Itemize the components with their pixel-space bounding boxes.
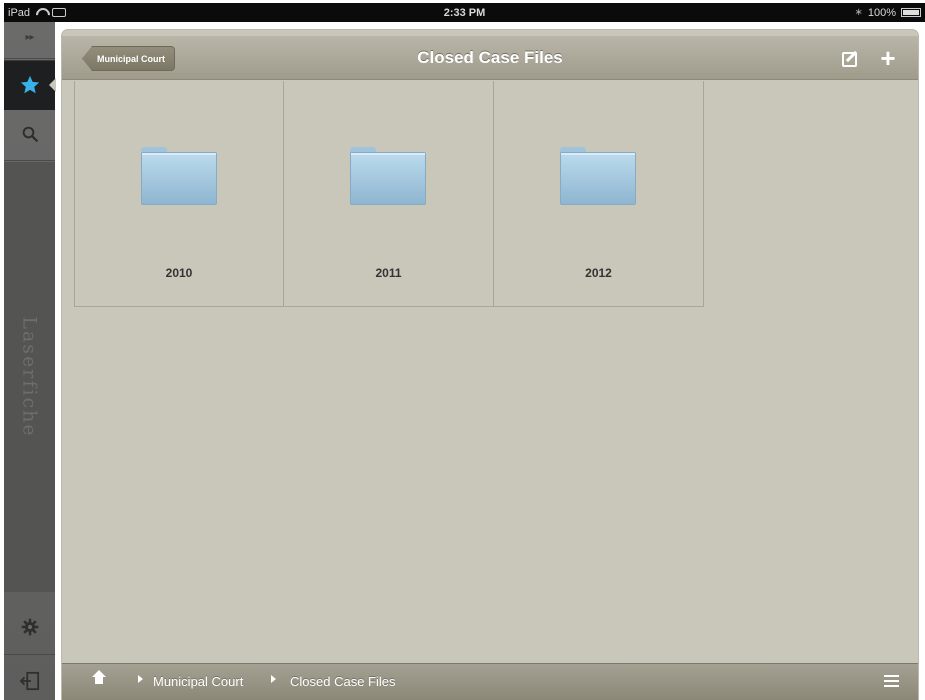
sync-icon <box>52 8 67 17</box>
folder-label: 2010 <box>165 266 193 280</box>
breadcrumb: Municipal Court Closed Case Files <box>62 663 918 700</box>
ipad-screen: iPad 2:33 PM ∗ 100% ▸▸ Laserfiche Munici… <box>0 0 925 700</box>
gear-icon <box>21 618 38 636</box>
bluetooth-icon: ∗ <box>854 7 863 18</box>
sidebar-divider <box>4 58 55 59</box>
folder-icon <box>350 147 426 205</box>
search-button[interactable] <box>4 114 55 154</box>
battery-percent: 100% <box>867 6 896 19</box>
folder-icon <box>141 147 217 205</box>
favorites-button[interactable] <box>4 60 56 110</box>
sidebar-divider <box>4 160 55 161</box>
folder-tile[interactable]: 2010 <box>74 81 284 307</box>
breadcrumb-item[interactable]: Municipal Court <box>153 674 243 689</box>
brand-panel: Laserfiche <box>4 162 55 592</box>
star-icon <box>20 75 39 94</box>
settings-button[interactable] <box>4 607 55 647</box>
home-icon[interactable] <box>92 670 106 688</box>
battery-icon <box>901 8 921 17</box>
brand-logo: Laserfiche <box>18 316 41 438</box>
logout-icon <box>19 671 39 691</box>
wifi-icon <box>35 8 47 17</box>
folder-grid: 2010 2011 2012 <box>74 81 704 307</box>
clock: 2:33 PM <box>443 6 486 19</box>
status-bar: iPad 2:33 PM ∗ 100% <box>4 3 925 22</box>
navigation-bar: Municipal Court Closed Case Files + <box>62 36 918 80</box>
search-icon <box>22 126 38 142</box>
folder-label: 2012 <box>585 266 612 280</box>
add-icon[interactable]: + <box>878 45 898 71</box>
folder-tile[interactable]: 2012 <box>494 81 704 307</box>
sidebar-divider <box>4 654 55 655</box>
folder-icon <box>560 147 636 205</box>
list-icon[interactable] <box>884 675 899 688</box>
page-title: Closed Case Files <box>417 48 563 67</box>
chevron-right-icon <box>138 675 143 683</box>
app-sidebar: ▸▸ Laserfiche <box>4 22 56 700</box>
device-name: iPad <box>8 6 31 19</box>
chevron-right-icon <box>271 675 276 683</box>
folder-label: 2011 <box>375 266 402 280</box>
breadcrumb-item[interactable]: Closed Case Files <box>290 674 396 689</box>
logout-button[interactable] <box>4 662 55 700</box>
edit-icon[interactable] <box>842 52 857 67</box>
expand-sidebar-button[interactable]: ▸▸ <box>4 22 55 52</box>
main-panel: Municipal Court Closed Case Files + 2010… <box>62 30 918 700</box>
folder-tile[interactable]: 2011 <box>284 81 494 307</box>
folder-browser: 2010 2011 2012 <box>74 81 907 659</box>
